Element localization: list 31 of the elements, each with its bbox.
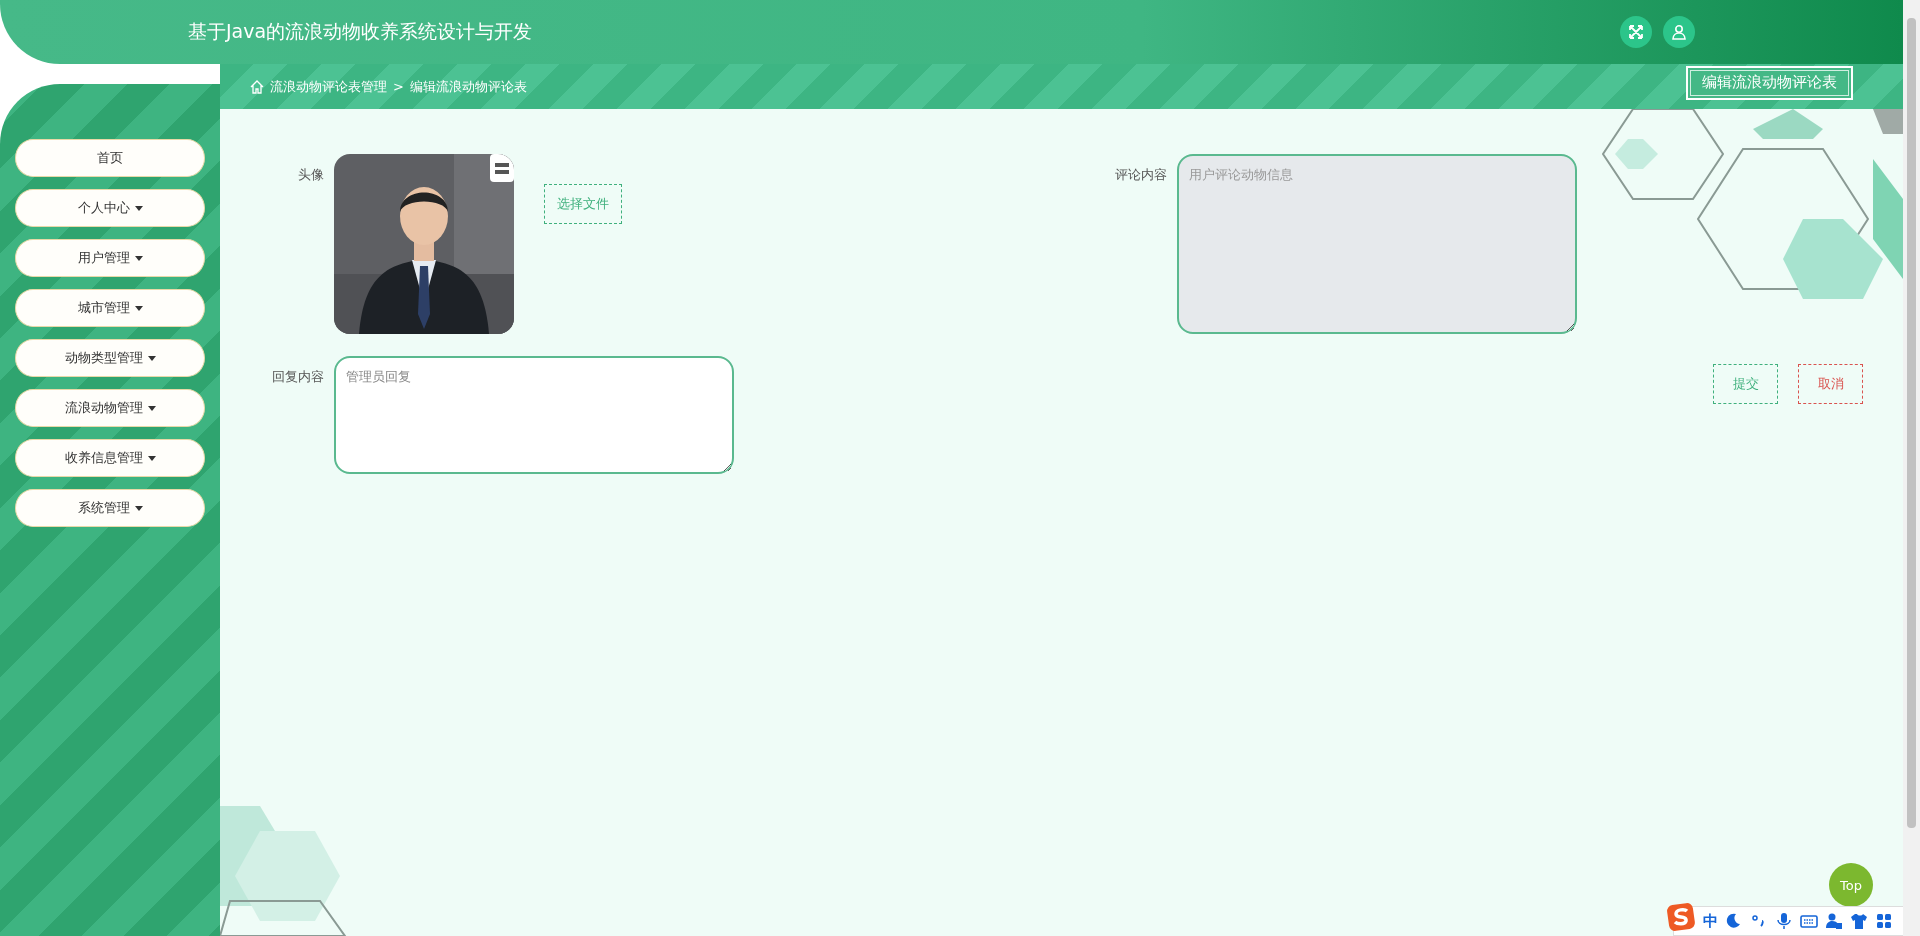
keyboard-icon[interactable]	[1800, 912, 1818, 930]
input-mode-toggle[interactable]: 中	[1703, 911, 1718, 931]
app-title: 基于Java的流浪动物收养系统设计与开发	[188, 19, 533, 44]
cancel-button[interactable]: 取消	[1798, 364, 1863, 404]
sidebar-item[interactable]: 个人中心	[15, 189, 205, 227]
person-icon[interactable]	[1825, 912, 1843, 930]
sidebar-item[interactable]: 流浪动物管理	[15, 389, 205, 427]
sidebar-item[interactable]: 动物类型管理	[15, 339, 205, 377]
reply-field[interactable]: 管理员回复	[334, 356, 734, 474]
user-button[interactable]	[1663, 16, 1695, 48]
sidebar-item[interactable]: 系统管理	[15, 489, 205, 527]
field-label: 评论内容	[1114, 166, 1167, 184]
expand-icon	[1628, 24, 1644, 40]
home-icon	[250, 79, 264, 94]
field-label: 回复内容	[271, 368, 324, 386]
sidebar-item[interactable]: 收养信息管理	[15, 439, 205, 477]
fullscreen-button[interactable]	[1620, 16, 1652, 48]
bars-icon	[490, 154, 514, 182]
shirt-icon[interactable]	[1850, 912, 1868, 930]
microphone-icon[interactable]	[1775, 912, 1793, 930]
sidebar-item[interactable]: 首页	[15, 139, 205, 177]
field-label: 头像	[297, 166, 324, 184]
scrollbar[interactable]	[1903, 0, 1920, 936]
sidebar-item[interactable]: 城市管理	[15, 289, 205, 327]
sogou-logo-icon[interactable]	[1666, 902, 1696, 932]
sidebar-item[interactable]: 用户管理	[15, 239, 205, 277]
moon-icon[interactable]	[1725, 912, 1743, 930]
scrollbar-thumb[interactable]	[1907, 18, 1916, 828]
user-icon	[1671, 24, 1687, 40]
grid-icon[interactable]	[1875, 912, 1893, 930]
breadcrumb-separator: >	[393, 79, 404, 94]
